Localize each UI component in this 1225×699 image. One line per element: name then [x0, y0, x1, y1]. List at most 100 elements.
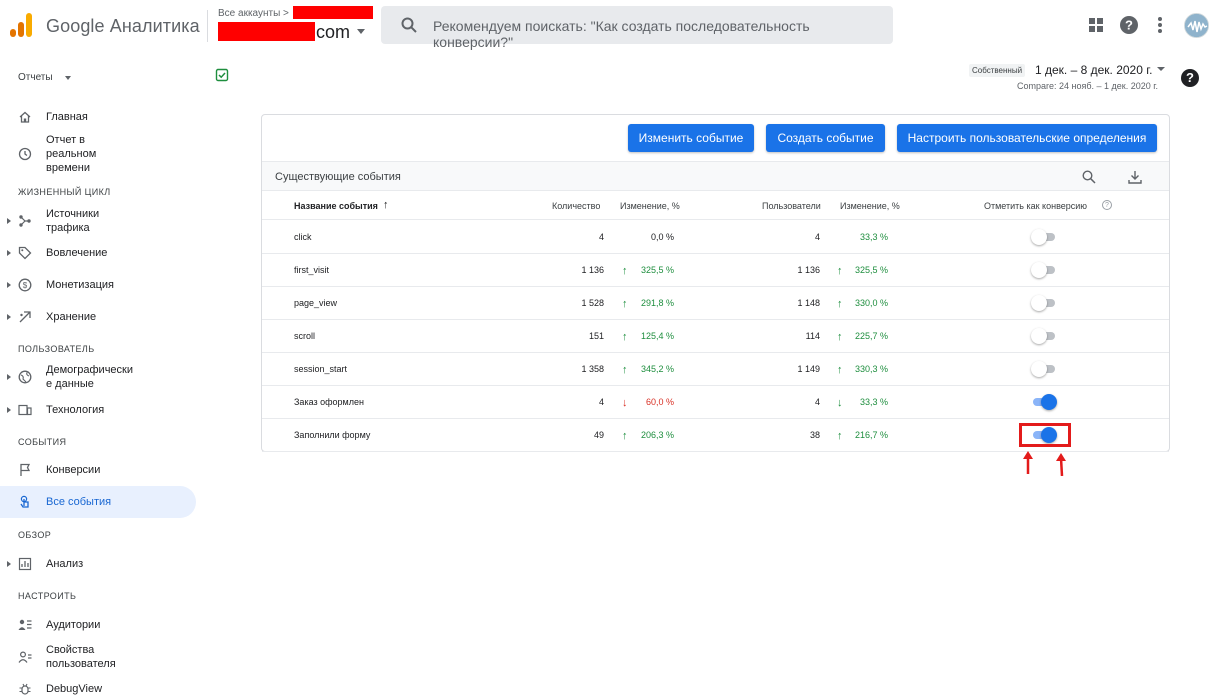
users-cell: 1 136	[797, 265, 820, 275]
conversion-toggle[interactable]	[1031, 328, 1057, 344]
caret-down-icon[interactable]	[65, 76, 71, 80]
sidebar-item-user-properties[interactable]: Свойства пользователя	[0, 642, 196, 672]
expand-arrow-icon[interactable]	[7, 407, 11, 413]
reports-dropdown-label[interactable]: Отчеты	[18, 72, 53, 83]
conversion-toggle[interactable]	[1031, 394, 1057, 410]
section-title: Существующие события	[275, 171, 401, 183]
count-change-cell: 206,3 %	[640, 430, 674, 440]
sidebar-item-debugview[interactable]: DebugView	[0, 680, 196, 698]
help-icon[interactable]: ?	[1181, 69, 1199, 87]
sidebar: Отчеты Главная Отчет в реальном времени …	[0, 50, 200, 699]
count-cell: 151	[588, 331, 604, 341]
sidebar-item-label: реальном	[46, 148, 97, 160]
event-name-cell[interactable]: Заполнили форму	[294, 430, 370, 440]
event-name-cell[interactable]: page_view	[294, 298, 337, 308]
table-row[interactable]: click 4 0,0 % 4 33,3 %	[262, 221, 1169, 254]
sidebar-item-technology[interactable]: Технология	[0, 401, 196, 419]
search-bar[interactable]: Рекомендуем поискать: "Как создать после…	[381, 6, 893, 50]
sidebar-item-label: Конверсии	[46, 464, 101, 476]
apps-grid-icon[interactable]	[1085, 14, 1107, 36]
more-vert-icon[interactable]	[1149, 14, 1171, 36]
search-icon[interactable]	[1082, 170, 1096, 184]
event-name-cell[interactable]: Заказ оформлен	[294, 397, 364, 407]
globe-icon	[18, 370, 32, 384]
toggle-knob	[1031, 328, 1047, 344]
header-divider	[207, 10, 208, 42]
create-event-button[interactable]: Создать событие	[766, 124, 885, 152]
conversion-toggle[interactable]	[1031, 361, 1057, 377]
column-header-users-change[interactable]: Изменение, %	[840, 201, 900, 211]
download-icon[interactable]	[1127, 169, 1143, 185]
table-row[interactable]: first_visit 1 136 ↑ 325,5 % 1 136 ↑ 325,5 %	[262, 254, 1169, 287]
count-cell: 1 136	[581, 265, 604, 275]
expand-arrow-icon[interactable]	[7, 561, 11, 567]
sidebar-item-label: Все события	[46, 496, 112, 508]
sidebar-item-label: Технология	[46, 404, 105, 416]
event-name-cell[interactable]: scroll	[294, 331, 315, 341]
account-breadcrumb[interactable]: Все аккаунты >	[218, 8, 289, 19]
table-header: Название события ↑ Количество Изменение,…	[262, 191, 1169, 220]
custom-definitions-button[interactable]: Настроить пользовательские определения	[897, 124, 1157, 152]
sidebar-item-traffic-sources[interactable]: Источники трафика	[0, 206, 196, 236]
expand-arrow-icon[interactable]	[7, 314, 11, 320]
table-row[interactable]: page_view 1 528 ↑ 291,8 % 1 148 ↑ 330,0 %	[262, 287, 1169, 320]
column-header-count-change[interactable]: Изменение, %	[620, 201, 680, 211]
sidebar-item-realtime[interactable]: Отчет в реальном времени	[0, 132, 196, 176]
toggle-knob	[1031, 295, 1047, 311]
date-type-chip[interactable]: Собственный	[969, 64, 1026, 77]
analytics-logo-icon[interactable]	[10, 13, 32, 37]
conversion-toggle[interactable]	[1031, 295, 1057, 311]
property-domain[interactable]: com	[316, 22, 350, 43]
sidebar-item-label: Источники	[46, 208, 100, 220]
toggle-knob	[1031, 229, 1047, 245]
users-change-cell: 33,3 %	[859, 397, 888, 407]
sidebar-item-label: Свойства	[46, 644, 95, 656]
event-name-cell[interactable]: click	[294, 232, 312, 242]
column-header-mark-conversion: Отметить как конверсию	[984, 201, 1088, 211]
sidebar-item-label: Главная	[46, 111, 88, 123]
column-header-users[interactable]: Пользователи	[762, 201, 821, 211]
sidebar-item-home[interactable]: Главная	[0, 106, 196, 128]
sidebar-item-engagement[interactable]: Вовлечение	[0, 244, 196, 262]
avatar[interactable]	[1184, 13, 1209, 38]
help-icon[interactable]: ?	[1102, 200, 1112, 210]
date-range-picker[interactable]: 1 дек. – 8 дек. 2020 г.	[1035, 63, 1153, 77]
sidebar-item-retention[interactable]: Хранение	[0, 308, 196, 326]
count-cell: 49	[593, 430, 604, 440]
chevron-down-icon[interactable]	[357, 29, 365, 34]
expand-arrow-icon[interactable]	[7, 250, 11, 256]
event-name-cell[interactable]: first_visit	[294, 265, 329, 275]
bug-icon	[19, 683, 31, 695]
users-cell: 1 148	[797, 298, 820, 308]
sidebar-item-demographics[interactable]: Демографически е данные	[0, 362, 196, 392]
svg-text:$: $	[23, 281, 28, 290]
brand-name[interactable]: Google Аналитика	[46, 16, 200, 37]
sidebar-item-conversions[interactable]: Конверсии	[0, 461, 196, 479]
table-row[interactable]: session_start 1 358 ↑ 345,2 % 1 149 ↑ 330,3 %	[262, 353, 1169, 386]
expand-arrow-icon[interactable]	[7, 218, 11, 224]
expand-arrow-icon[interactable]	[7, 374, 11, 380]
sidebar-item-analysis[interactable]: Анализ	[0, 555, 196, 573]
users-change-cell: 330,0 %	[854, 298, 888, 308]
conversion-toggle[interactable]	[1031, 262, 1057, 278]
column-header-count[interactable]: Количество	[552, 201, 600, 211]
expand-arrow-icon[interactable]	[7, 282, 11, 288]
conversion-toggle[interactable]	[1031, 229, 1057, 245]
sidebar-item-audiences[interactable]: Аудитории	[0, 616, 196, 634]
column-header-event-name[interactable]: Название события	[294, 201, 378, 211]
users-change-cell: 216,7 %	[854, 430, 888, 440]
event-name-cell[interactable]: session_start	[294, 364, 347, 374]
report-check-icon[interactable]	[215, 68, 229, 82]
table-row[interactable]: Заказ оформлен 4 ↓ 60,0 % 4 ↓ 33,3 %	[262, 386, 1169, 419]
search-placeholder: Рекомендуем поискать: "Как создать после…	[433, 18, 810, 50]
sidebar-item-label: Хранение	[46, 311, 97, 323]
count-cell: 1 528	[581, 298, 604, 308]
sidebar-item-all-events[interactable]: Все события	[0, 486, 196, 518]
clock-icon	[18, 147, 32, 161]
help-icon[interactable]: ?	[1118, 14, 1140, 36]
sort-arrow-icon[interactable]: ↑	[383, 199, 389, 211]
edit-event-button[interactable]: Изменить событие	[628, 124, 754, 152]
table-row[interactable]: scroll 151 ↑ 125,4 % 114 ↑ 225,7 %	[262, 320, 1169, 353]
chevron-down-icon[interactable]	[1157, 67, 1165, 71]
sidebar-item-monetization[interactable]: $ Монетизация	[0, 276, 196, 294]
